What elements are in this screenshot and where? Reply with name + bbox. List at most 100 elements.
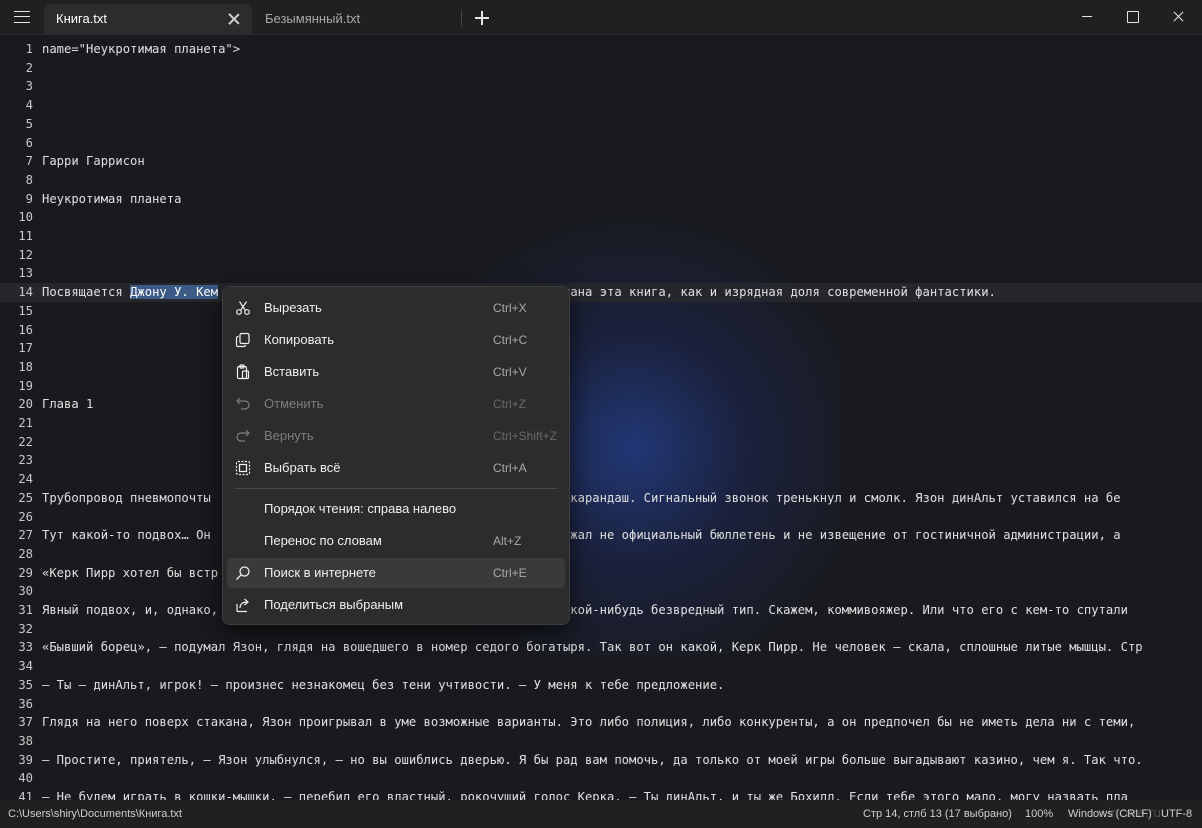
scissors-icon xyxy=(235,300,251,316)
menu-item-2[interactable]: Вставить Ctrl+V xyxy=(227,357,565,387)
editor-line[interactable]: 28 xyxy=(0,545,1202,564)
line-text-segment: Гарри Гаррисон xyxy=(42,154,145,169)
text-editor[interactable]: 1 name="Неукротимая планета"> 2 3 4 5 6 7 Гарри … xyxy=(0,35,1202,800)
menu-item-4: Вернуть Ctrl+Shift+Z xyxy=(227,421,565,451)
editor-line[interactable]: 32 xyxy=(0,620,1202,639)
line-text: Глава 1 xyxy=(42,395,93,414)
menu-item-shortcut: Alt+Z xyxy=(493,534,522,548)
new-tab-icon[interactable] xyxy=(470,6,494,30)
editor-line[interactable]: 35 – Ты – динАльт, игрок! – произнес незн… xyxy=(0,676,1202,695)
line-text: «Керк Пирр хотел бы встр xyxy=(42,564,218,583)
editor-line[interactable]: 34 xyxy=(0,657,1202,676)
editor-line[interactable]: 38 xyxy=(0,732,1202,751)
menu-item-7[interactable]: Перенос по словам Alt+Z xyxy=(227,526,565,556)
encoding[interactable]: UTF-8 xyxy=(1161,800,1192,828)
menu-item-shortcut: Ctrl+E xyxy=(493,566,527,580)
editor-line[interactable]: 37 Глядя на него поверх стакана, Язон про… xyxy=(0,713,1202,732)
minimize-button[interactable] xyxy=(1064,0,1110,34)
line-text: Гарри Гаррисон xyxy=(42,152,145,171)
menu-item-0[interactable]: Вырезать Ctrl+X xyxy=(227,293,565,323)
menu-item-shortcut: Ctrl+Z xyxy=(493,397,526,411)
editor-line[interactable]: 39 – Простите, приятель, – Язон улыбнулся… xyxy=(0,751,1202,770)
maximize-button[interactable] xyxy=(1110,0,1156,34)
editor-line[interactable]: 25 Трубопровод пневмопочты ером с каранда… xyxy=(0,489,1202,508)
close-window-button[interactable] xyxy=(1156,0,1202,34)
line-text: Явный подвох, и, однако, это какой-нибуд… xyxy=(42,601,1128,620)
editor-line[interactable]: 4 xyxy=(0,96,1202,115)
share-icon xyxy=(235,597,251,613)
search-icon xyxy=(235,565,251,581)
editor-line[interactable]: 36 xyxy=(0,695,1202,714)
line-text: – Ты – динАльт, игрок! – произнес незнак… xyxy=(42,676,724,695)
editor-line[interactable]: 27 Тут какой-то подвох… Он ошке лежал не … xyxy=(0,526,1202,545)
editor-line[interactable]: 6 xyxy=(0,134,1202,153)
editor-line[interactable]: 21 xyxy=(0,414,1202,433)
editor-line[interactable]: 29 «Керк Пирр хотел бы встр xyxy=(0,564,1202,583)
menu-item-1[interactable]: Копировать Ctrl+C xyxy=(227,325,565,355)
editor-line[interactable]: 33 «Бывший борец», – подумал Язон, глядя … xyxy=(0,638,1202,657)
editor-line[interactable]: 41 – Не будем играть в кошки-мышки, – пер… xyxy=(0,788,1202,800)
editor-line[interactable]: 8 xyxy=(0,171,1202,190)
line-number: 38 xyxy=(18,733,33,748)
undo-icon xyxy=(235,396,251,412)
editor-line[interactable]: 9 Неукротимая планета xyxy=(0,190,1202,209)
line-number: 13 xyxy=(18,266,33,281)
editor-line[interactable]: 12 xyxy=(0,246,1202,265)
editor-line[interactable]: 23 xyxy=(0,451,1202,470)
editor-line[interactable]: 31 Явный подвох, и, однако, это какой-ниб… xyxy=(0,601,1202,620)
tab-label: Книга.txt xyxy=(56,11,108,26)
close-tab-icon[interactable] xyxy=(226,11,242,27)
context-menu: Вырезать Ctrl+X Копировать Ctrl+C Вставить Ct… xyxy=(222,286,570,625)
line-text-segment: «Керк Пирр хотел бы встр xyxy=(42,565,219,580)
line-text: name="Неукротимая планета"> xyxy=(42,40,240,59)
editor-line[interactable]: 22 xyxy=(0,433,1202,452)
menu-item-8[interactable]: Поиск в интернете Ctrl+E xyxy=(227,558,565,588)
editor-line[interactable]: 18 xyxy=(0,358,1202,377)
menu-item-label: Отменить xyxy=(264,396,324,411)
menu-item-label: Порядок чтения: справа налево xyxy=(264,501,457,516)
line-number: 32 xyxy=(18,621,33,636)
line-text-segment: Глядя на него поверх стакана, Язон проиг… xyxy=(42,715,1143,730)
line-number: 6 xyxy=(25,135,33,150)
line-number: 17 xyxy=(18,341,33,356)
editor-line[interactable]: 17 xyxy=(0,339,1202,358)
editor-line[interactable]: 19 xyxy=(0,377,1202,396)
line-number: 3 xyxy=(25,79,33,94)
editor-line[interactable]: 2 xyxy=(0,59,1202,78)
editor-line[interactable]: 24 xyxy=(0,470,1202,489)
editor-line[interactable]: 3 xyxy=(0,77,1202,96)
line-number: 21 xyxy=(18,416,33,430)
cursor-position: Стр 14, стлб 13 (17 выбрано) xyxy=(863,808,1012,820)
editor-line[interactable]: 14 Посвящается Джону У. Кем аписана эта к… xyxy=(0,283,1202,302)
editor-line[interactable]: 7 Гарри Гаррисон xyxy=(0,152,1202,171)
editor-line[interactable]: 15 xyxy=(0,302,1202,321)
line-text-segment: Тут какой-то подвох… Он ошке лежал не оф… xyxy=(42,528,1121,543)
tab-kniga[interactable]: Книга.txt xyxy=(44,4,252,34)
editor-line[interactable]: 26 xyxy=(0,508,1202,527)
menu-item-shortcut: Ctrl+V xyxy=(493,365,527,379)
editor-line[interactable]: 10 xyxy=(0,208,1202,227)
line-number: 7 xyxy=(25,154,33,169)
editor-line[interactable]: 40 xyxy=(0,769,1202,788)
menu-icon[interactable] xyxy=(0,0,44,34)
zoom-level[interactable]: 100% xyxy=(1025,800,1053,828)
menu-item-6[interactable]: Порядок чтения: справа налево xyxy=(227,494,565,524)
editor-line[interactable]: 30 xyxy=(0,582,1202,601)
line-number: 40 xyxy=(18,771,33,786)
editor-line[interactable]: 13 xyxy=(0,264,1202,283)
menu-item-9[interactable]: Поделиться выбраным xyxy=(227,590,565,620)
line-text: Неукротимая планета xyxy=(42,190,181,209)
editor-line[interactable]: 1 name="Неукротимая планета"> xyxy=(0,40,1202,59)
select-all-icon xyxy=(235,460,251,476)
line-text: Глядя на него поверх стакана, Язон проиг… xyxy=(42,713,1143,732)
line-number: 22 xyxy=(18,434,33,449)
editor-line[interactable]: 16 xyxy=(0,321,1202,340)
editor-line[interactable]: 20 Глава 1 xyxy=(0,395,1202,414)
tab-untitled[interactable]: Безымянный.txt xyxy=(253,4,461,34)
tab-label: Безымянный.txt xyxy=(265,11,361,26)
editor-line[interactable]: 5 xyxy=(0,115,1202,134)
editor-line[interactable]: 11 xyxy=(0,227,1202,246)
line-number: 31 xyxy=(18,603,33,617)
selected-text: Джону У. Кем xyxy=(130,285,219,300)
menu-item-5[interactable]: Выбрать всё Ctrl+A xyxy=(227,453,565,483)
